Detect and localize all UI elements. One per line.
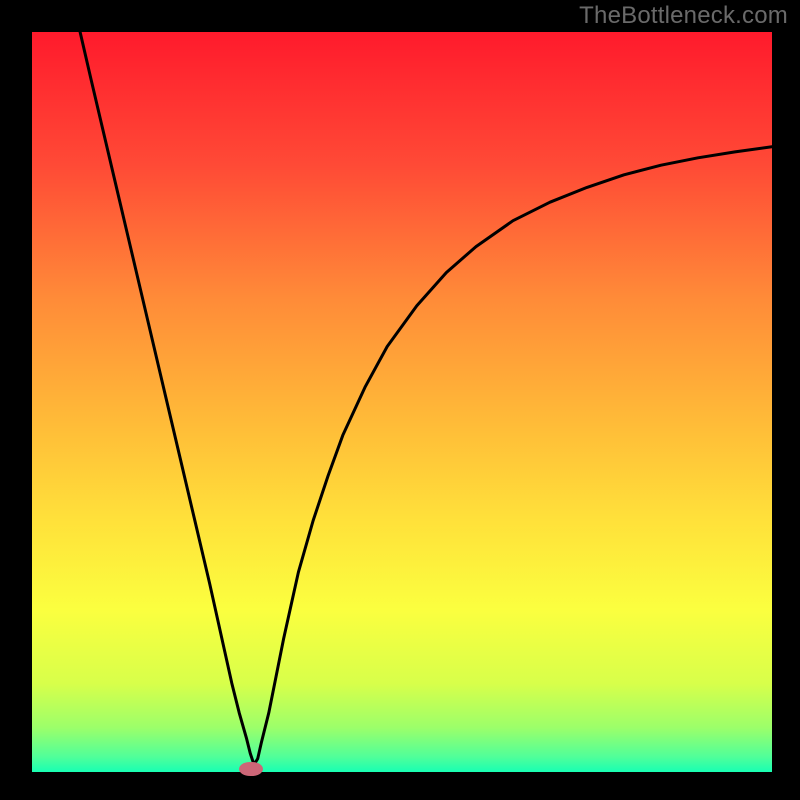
minimum-marker [239, 762, 263, 777]
frame: TheBottleneck.com [0, 0, 800, 800]
watermark-text: TheBottleneck.com [579, 2, 788, 30]
curve-line [32, 32, 772, 772]
plot-area [32, 32, 772, 772]
